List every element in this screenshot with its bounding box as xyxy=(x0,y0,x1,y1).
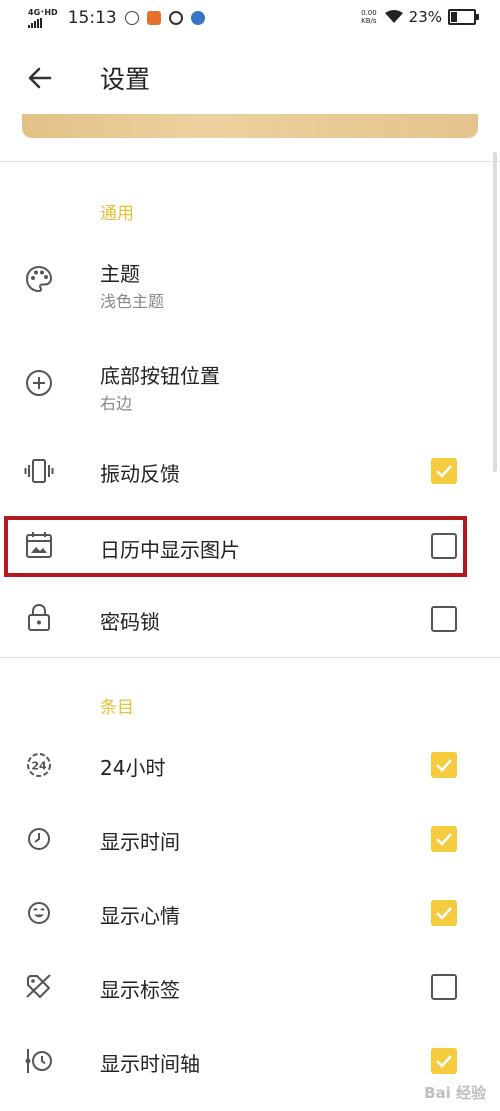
page-title: 设置 xyxy=(100,65,151,94)
setting-show-images-in-calendar[interactable]: 日历中显示图片 xyxy=(0,522,500,572)
clock: 15:13 xyxy=(67,8,117,28)
calendar-image-icon xyxy=(26,532,52,558)
setting-show-mood[interactable]: 显示心情 xyxy=(0,890,500,936)
app-icon xyxy=(146,11,161,25)
show-time-checkbox[interactable] xyxy=(431,826,457,852)
network-type: 4G⁺HD xyxy=(28,8,58,17)
vibration-icon xyxy=(24,459,54,483)
show-mood-checkbox[interactable] xyxy=(431,900,457,926)
setting-show-time[interactable]: 显示时间 xyxy=(0,816,500,862)
signal-icon xyxy=(28,18,64,28)
svg-text:24: 24 xyxy=(31,760,47,773)
show-timeline-checkbox[interactable] xyxy=(431,1048,457,1074)
divider xyxy=(0,161,500,162)
lock-icon xyxy=(28,603,50,631)
check-icon xyxy=(436,907,452,920)
section-title-general: 通用 xyxy=(100,204,134,224)
wifi-icon xyxy=(384,10,403,23)
timeline-icon xyxy=(25,1049,52,1073)
setting-theme[interactable]: 主题 浅色主题 xyxy=(0,248,500,318)
setting-label: 主题 xyxy=(100,262,140,286)
app-icon xyxy=(190,11,205,25)
show-tags-checkbox[interactable] xyxy=(431,974,457,1000)
network-speed: 0.00 KB/s xyxy=(361,9,377,25)
check-icon xyxy=(436,759,452,772)
status-bar: 4G⁺HD 15:13 0.00 KB/s 23% xyxy=(0,0,500,40)
setting-label: 显示心情 xyxy=(100,904,180,928)
setting-label: 底部按钮位置 xyxy=(100,364,220,388)
back-button[interactable] xyxy=(24,62,56,94)
setting-value: 右边 xyxy=(100,394,133,413)
calendar-images-checkbox[interactable] xyxy=(431,533,457,559)
setting-label: 24小时 xyxy=(100,756,166,780)
setting-value: 浅色主题 xyxy=(100,292,165,311)
setting-bottom-button-position[interactable]: 底部按钮位置 右边 xyxy=(0,350,500,420)
smiley-icon xyxy=(28,902,50,924)
add-circle-icon xyxy=(26,370,52,396)
app-icon xyxy=(168,11,183,25)
clock-icon xyxy=(28,828,50,850)
tag-off-icon xyxy=(26,974,51,998)
setting-label: 显示标签 xyxy=(100,978,180,1002)
notification-icon xyxy=(124,11,139,25)
vibration-checkbox[interactable] xyxy=(431,458,457,484)
divider xyxy=(0,657,500,658)
password-lock-checkbox[interactable] xyxy=(431,606,457,632)
24-hour-checkbox[interactable] xyxy=(431,752,457,778)
setting-label: 振动反馈 xyxy=(100,462,180,486)
setting-label: 日历中显示图片 xyxy=(100,538,240,562)
setting-24-hour[interactable]: 24 24小时 xyxy=(0,742,500,788)
premium-banner[interactable] xyxy=(22,114,478,138)
watermark: Bai 经验 xyxy=(424,1084,486,1102)
setting-label: 显示时间 xyxy=(100,830,180,854)
setting-password-lock[interactable]: 密码锁 xyxy=(0,596,500,642)
check-icon xyxy=(436,833,452,846)
setting-vibration-feedback[interactable]: 振动反馈 xyxy=(0,448,500,494)
section-title-entries: 条目 xyxy=(100,698,134,718)
arrow-left-icon xyxy=(28,67,52,89)
setting-label: 显示时间轴 xyxy=(100,1052,200,1076)
battery-percent: 23% xyxy=(408,8,442,26)
battery-icon xyxy=(448,9,479,25)
clock-24-icon: 24 xyxy=(27,753,51,777)
setting-show-tags[interactable]: 显示标签 xyxy=(0,964,500,1010)
palette-icon xyxy=(25,265,53,293)
check-icon xyxy=(436,1055,452,1068)
setting-label: 密码锁 xyxy=(100,610,160,634)
setting-show-timeline[interactable]: 显示时间轴 xyxy=(0,1038,500,1084)
check-icon xyxy=(436,465,452,478)
